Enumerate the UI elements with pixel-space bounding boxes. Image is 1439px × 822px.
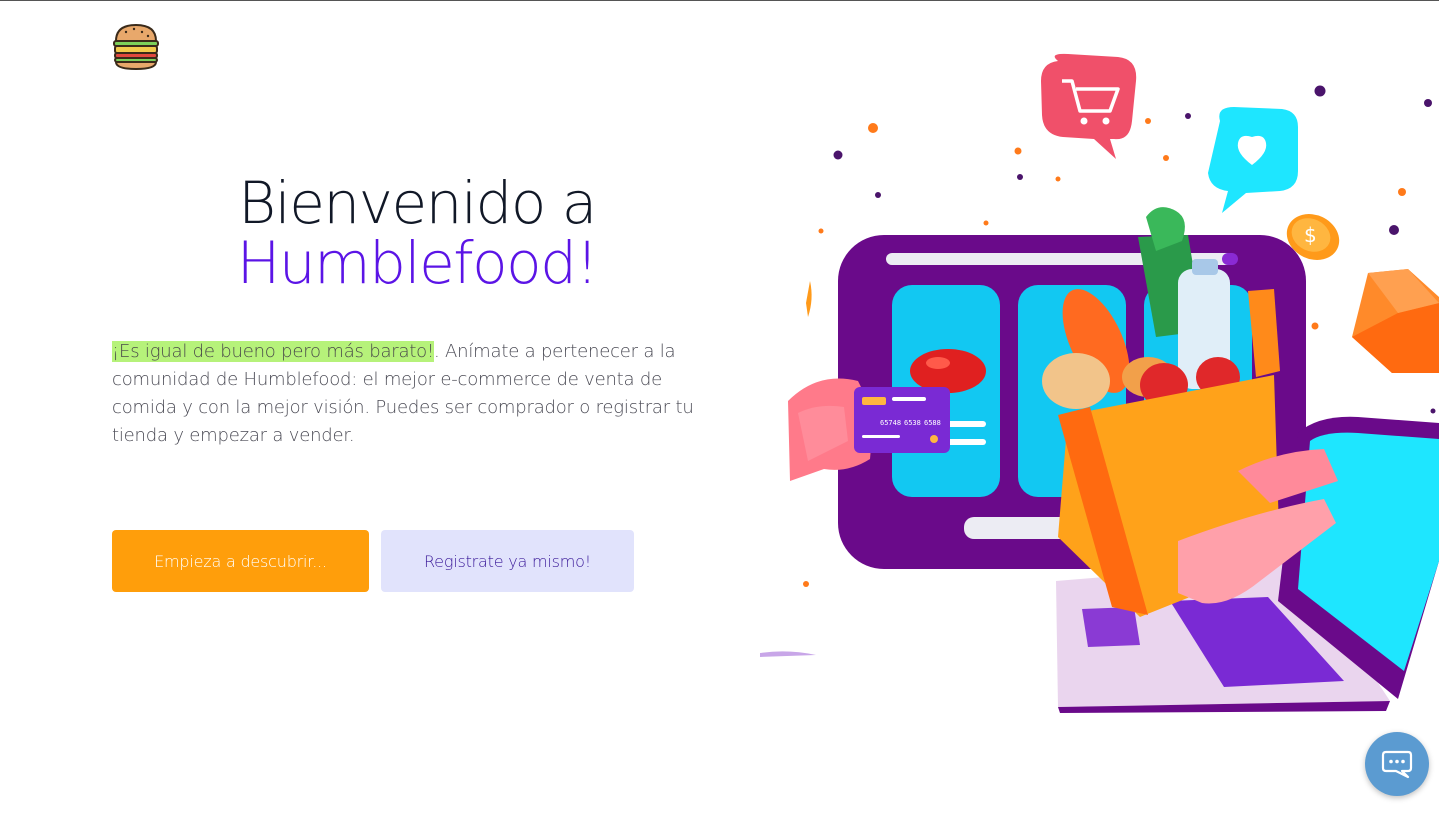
card-number-3: 6588 [924, 419, 941, 427]
svg-text:$: $ [1304, 223, 1317, 247]
chat-bubble-icon [1381, 750, 1413, 779]
discover-button[interactable]: Empieza a descubrir... [112, 530, 369, 592]
landing-page: Bienvenido a Humblefood! ¡Es igual de bu… [0, 0, 1439, 822]
register-button[interactable]: Registrate ya mismo! [381, 530, 634, 592]
highlight-tagline: ¡Es igual de bueno pero más barato! [112, 341, 435, 362]
chat-button[interactable] [1365, 732, 1429, 796]
title-line-1: Bienvenido a [238, 169, 597, 237]
ecommerce-illustration: $ 65748 6538 6588 [760, 53, 1439, 713]
shopping-cart-icon [1041, 53, 1137, 160]
title-line-2-brand: Humblefood! [236, 229, 599, 297]
page-title: Bienvenido a Humblefood! [112, 173, 722, 293]
heart-icon [1208, 107, 1298, 213]
hero-description: ¡Es igual de bueno pero más barato!. Aní… [112, 338, 702, 450]
burger-logo-icon[interactable] [112, 21, 160, 71]
gift-box [1352, 269, 1439, 373]
card-number-2: 6538 [904, 419, 921, 427]
card-number-1: 65748 [880, 419, 901, 427]
